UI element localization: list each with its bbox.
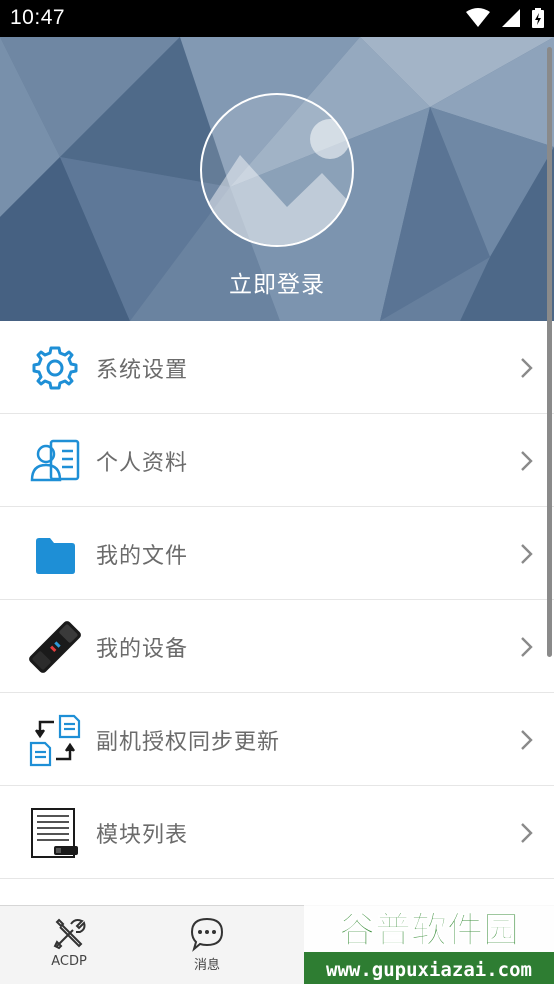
- gear-icon: [32, 346, 78, 390]
- avatar[interactable]: [200, 93, 354, 247]
- menu-item-label: 个人资料: [96, 451, 189, 476]
- module-list-icon: [31, 808, 78, 858]
- menu-item-label: 系统设置: [96, 358, 189, 383]
- status-icons: [460, 8, 544, 28]
- scrollbar[interactable]: [547, 47, 552, 657]
- cell-signal-icon: [501, 9, 520, 27]
- menu-item-label: 我的文件: [96, 544, 189, 569]
- tab-label: 消息: [193, 958, 220, 973]
- chevron-right-icon: [521, 730, 533, 750]
- menu-item-system-settings[interactable]: 系统设置: [0, 321, 554, 414]
- device-icon: [29, 621, 81, 673]
- profile-header: 立即登录: [0, 37, 554, 321]
- menu-item-module-list[interactable]: 模块列表: [0, 786, 554, 879]
- tab-label: ACDP: [51, 954, 87, 969]
- menu-item-label: 副机授权同步更新: [96, 730, 281, 755]
- sync-documents-icon: [29, 714, 81, 767]
- wifi-icon: [465, 8, 490, 27]
- menu-list: 系统设置 个人资料 我的文件 我的设备 副机授权同步更新 模块列表: [0, 321, 554, 879]
- login-link[interactable]: 立即登录: [0, 265, 554, 299]
- menu-item-my-device[interactable]: 我的设备: [0, 600, 554, 693]
- chevron-right-icon: [521, 544, 533, 564]
- image-placeholder-icon: [202, 119, 352, 245]
- watermark-title: 谷普软件园: [339, 910, 519, 951]
- tools-icon: [53, 918, 86, 950]
- menu-item-label: 我的设备: [96, 637, 189, 662]
- watermark-url: www.gupuxiazai.com: [326, 959, 532, 981]
- message-bubble-icon: [190, 917, 224, 952]
- menu-item-sync-update[interactable]: 副机授权同步更新: [0, 693, 554, 786]
- tab-messages[interactable]: 消息: [138, 906, 276, 984]
- folder-icon: [36, 538, 75, 574]
- battery-icon: [532, 8, 544, 28]
- menu-item-my-files[interactable]: 我的文件: [0, 507, 554, 600]
- status-time: 10:47: [10, 6, 66, 29]
- chevron-right-icon: [521, 451, 533, 471]
- chevron-right-icon: [521, 637, 533, 657]
- status-bar: 10:47: [0, 0, 554, 37]
- menu-item-personal-info[interactable]: 个人资料: [0, 414, 554, 507]
- menu-item-label: 模块列表: [96, 823, 189, 848]
- chevron-right-icon: [521, 358, 533, 378]
- tab-acdp[interactable]: ACDP: [0, 906, 138, 984]
- chevron-right-icon: [521, 823, 533, 843]
- watermark-logo: 谷普软件园 www.gupuxiazai.com: [304, 896, 554, 984]
- watermark: 谷普软件园 www.gupuxiazai.com: [304, 896, 554, 984]
- profile-card-icon: [30, 439, 80, 482]
